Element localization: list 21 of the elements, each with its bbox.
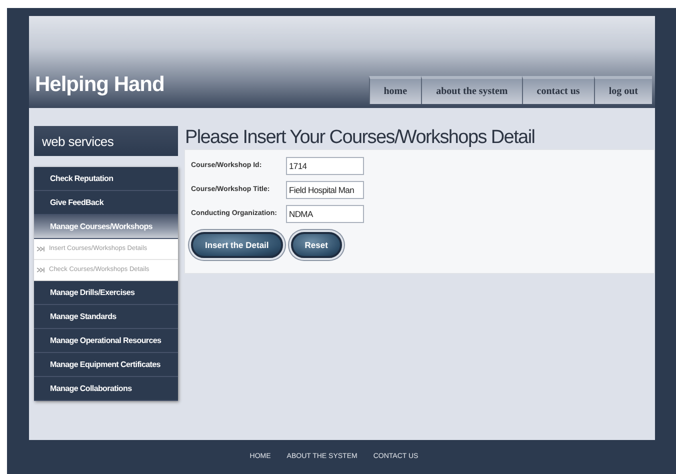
menu-item[interactable]: Manage Operational Resources	[34, 329, 178, 353]
nav-tab[interactable]: home	[368, 76, 422, 104]
form-button[interactable]: Insert the Detail	[191, 232, 283, 258]
text-field[interactable]: 1714	[286, 157, 364, 175]
menu-item[interactable]: Manage Drills/Exercises	[34, 281, 178, 305]
menu-item[interactable]: Give FeedBack	[34, 191, 178, 215]
nav-tab[interactable]: about the system	[421, 76, 522, 104]
site-logo: Helping Hand	[35, 72, 164, 98]
text-field[interactable]: Field Hospital Man	[286, 181, 364, 199]
arrow-icon	[37, 267, 45, 273]
menu-item[interactable]: Check Reputation	[34, 167, 178, 191]
menu-item[interactable]: Manage Collaborations	[34, 377, 178, 401]
menu-item[interactable]: Manage Standards	[34, 305, 178, 329]
nav-tab[interactable]: contact us	[522, 76, 594, 104]
form-title: Please Insert Your Courses/Workshops Detail	[185, 127, 536, 149]
nav-tab[interactable]: log out	[594, 76, 652, 104]
form-button[interactable]: Reset	[290, 232, 342, 258]
text-field[interactable]: NDMA	[286, 205, 364, 223]
menu-item[interactable]: Manage Equipment Certificates	[34, 353, 178, 377]
sidebar-title: web services	[34, 126, 178, 156]
arrow-icon	[37, 246, 45, 252]
